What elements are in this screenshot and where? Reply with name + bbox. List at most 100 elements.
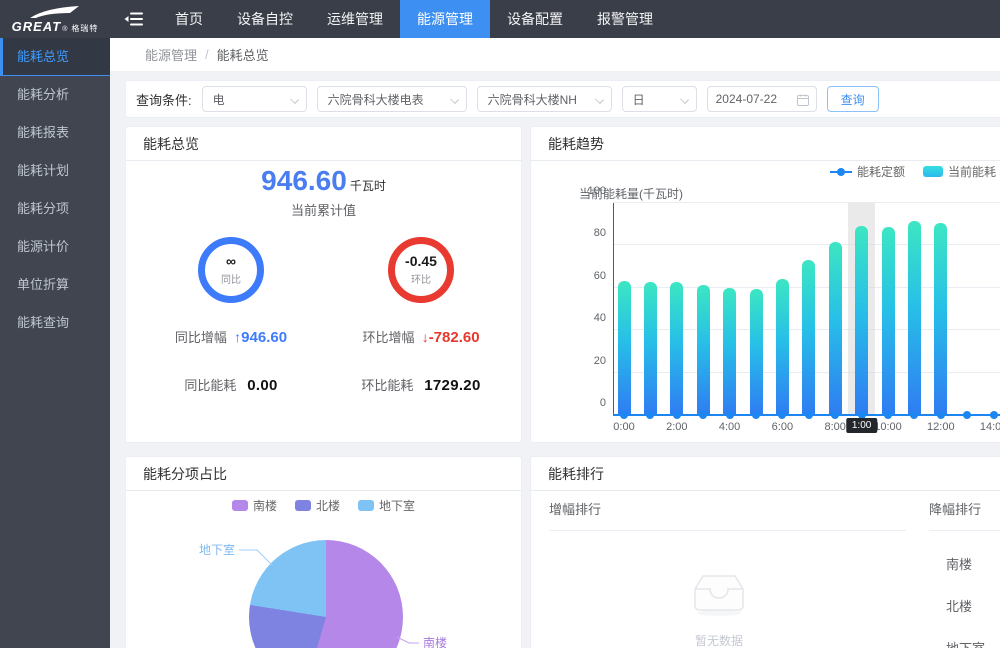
pie-chart[interactable] — [249, 540, 403, 648]
menu-fold-icon[interactable] — [110, 0, 158, 38]
y-axis-tick-label: 20 — [594, 355, 606, 367]
decrease-ranking-section: 降幅排行 南楼 北楼 地下室 — [929, 499, 1000, 648]
sidebar-item-energy-pricing[interactable]: 能源计价 — [0, 228, 110, 266]
quota-line-point[interactable] — [726, 411, 734, 419]
meter-value: 六院骨科大楼电表 — [328, 91, 424, 108]
trend-bar[interactable] — [882, 227, 895, 415]
bar-series-legend-icon — [923, 166, 943, 177]
date-picker[interactable]: 2024-07-22 — [707, 86, 817, 112]
yoy-ring-label: 同比 — [221, 271, 241, 286]
breadcrumb: 能源管理 / 能耗总览 — [110, 38, 1000, 72]
trend-bar[interactable] — [855, 226, 868, 415]
meter-select[interactable]: 六院骨科大楼电表 — [317, 86, 467, 112]
nav-item-alarm-management[interactable]: 报警管理 — [580, 0, 670, 38]
quota-line-point[interactable] — [620, 411, 628, 419]
quota-line-point[interactable] — [673, 411, 681, 419]
overview-card-title: 能耗总览 — [126, 127, 521, 161]
main-menu: 首页 设备自控 运维管理 能源管理 设备配置 报警管理 — [158, 0, 670, 38]
quota-line-point[interactable] — [699, 411, 707, 419]
sidebar-item-energy-subentry[interactable]: 能耗分项 — [0, 190, 110, 228]
energy-ranking-card: 能耗排行 增幅排行 暂无数据 — [530, 456, 1000, 648]
trend-bar[interactable] — [908, 221, 921, 415]
trend-bar[interactable] — [644, 282, 657, 415]
pie-card-title: 能耗分项占比 — [126, 457, 521, 491]
quota-line-point[interactable] — [963, 411, 971, 419]
top-nav: GREAT ® 格瑞特 首页 设备自控 运维管理 能源管理 设备配置 报警管理 — [0, 0, 1000, 38]
rank-item-basement[interactable]: 地下室 — [929, 638, 1000, 648]
trend-card-title: 能耗趋势 — [531, 127, 1000, 161]
line-series-legend-icon — [830, 171, 852, 173]
trend-bar[interactable] — [829, 242, 842, 415]
quota-line-point[interactable] — [831, 411, 839, 419]
mom-energy-value: 1729.20 — [424, 377, 480, 394]
quota-line-point[interactable] — [937, 411, 945, 419]
mom-growth-value: -782.60 — [429, 329, 480, 346]
ranking-card-title: 能耗排行 — [531, 457, 1000, 491]
yoy-energy-label: 同比能耗 — [184, 378, 236, 393]
sidebar-item-unit-conversion[interactable]: 单位折算 — [0, 266, 110, 304]
breadcrumb-parent[interactable]: 能源管理 — [145, 45, 197, 64]
brand-swoosh-icon — [29, 6, 81, 19]
chevron-down-icon — [680, 95, 689, 104]
legend-line-label[interactable]: 能耗定额 — [857, 163, 905, 180]
query-submit-button[interactable]: 查询 — [827, 86, 879, 112]
sidebar-item-energy-report[interactable]: 能耗报表 — [0, 114, 110, 152]
sidebar-item-energy-plan[interactable]: 能耗计划 — [0, 152, 110, 190]
pie-label-basement: 地下室 — [199, 542, 235, 557]
energy-type-select[interactable]: 电 — [202, 86, 307, 112]
quota-line-point[interactable] — [752, 411, 760, 419]
trend-bar[interactable] — [723, 288, 736, 415]
trend-bar[interactable] — [697, 285, 710, 415]
brand-reg-mark: ® — [62, 26, 67, 33]
trend-bar[interactable] — [934, 223, 947, 415]
rank-item-north[interactable]: 北楼 — [929, 596, 1000, 615]
x-axis-tick-label: 6:00 — [772, 421, 793, 433]
x-axis-tick-label: 14:00 — [980, 421, 1000, 433]
trend-bar[interactable] — [802, 260, 815, 415]
nav-item-home[interactable]: 首页 — [158, 0, 220, 38]
quota-line-point[interactable] — [805, 411, 813, 419]
divider — [929, 530, 1000, 531]
nav-item-energy-management[interactable]: 能源管理 — [400, 0, 490, 38]
nav-item-device-autocontrol[interactable]: 设备自控 — [220, 0, 310, 38]
arrow-down-icon: ↓ — [422, 329, 429, 345]
yoy-growth-value: 946.60 — [241, 329, 287, 346]
nav-item-device-config[interactable]: 设备配置 — [490, 0, 580, 38]
trend-bar[interactable] — [776, 279, 789, 415]
sidebar-item-energy-query[interactable]: 能耗查询 — [0, 304, 110, 342]
sidebar-item-energy-overview[interactable]: 能耗总览 — [0, 38, 110, 76]
quota-line-point[interactable] — [778, 411, 786, 419]
y-axis-tick-label: 100 — [588, 185, 606, 197]
quota-line-point[interactable] — [646, 411, 654, 419]
yoy-ring-value: ∞ — [226, 254, 236, 269]
legend-bar-label[interactable]: 当前能耗 — [948, 163, 996, 180]
energy-type-value: 电 — [213, 91, 225, 108]
period-select[interactable]: 日 — [622, 86, 697, 112]
y-axis-tick-label: 0 — [600, 397, 606, 409]
x-axis-tick-label: 4:00 — [719, 421, 740, 433]
pie-legend-basement[interactable]: 地下室 — [358, 497, 415, 514]
brand-logo: GREAT ® 格瑞特 — [0, 0, 110, 38]
empty-box-icon — [685, 571, 753, 617]
chevron-down-icon — [290, 95, 299, 104]
total-consumption-caption: 当前累计值 — [126, 200, 521, 219]
mom-ring-label: 环比 — [411, 271, 431, 286]
sidebar-item-energy-analysis[interactable]: 能耗分析 — [0, 76, 110, 114]
trend-bar[interactable] — [750, 289, 763, 415]
mom-energy-row: 环比能耗 1729.20 — [322, 375, 520, 394]
trend-bar[interactable] — [670, 282, 683, 415]
brand-name-cn: 格瑞特 — [71, 23, 98, 34]
quota-line-point[interactable] — [990, 411, 998, 419]
query-label: 查询条件: — [136, 90, 192, 109]
trend-bar[interactable] — [618, 281, 631, 415]
rank-item-south[interactable]: 南楼 — [929, 554, 1000, 573]
pie-legend-north[interactable]: 北楼 — [295, 497, 340, 514]
quota-line-point[interactable] — [884, 411, 892, 419]
decrease-ranking-title: 降幅排行 — [929, 499, 1000, 518]
pie-legend-south[interactable]: 南楼 — [232, 497, 277, 514]
nav-item-ops-management[interactable]: 运维管理 — [310, 0, 400, 38]
quota-line-point[interactable] — [910, 411, 918, 419]
node-select[interactable]: 六院骨科大楼NH — [477, 86, 612, 112]
x-axis-tick-label: 10:00 — [874, 421, 902, 433]
yoy-growth-row: 同比增幅 ↑946.60 — [132, 327, 330, 346]
